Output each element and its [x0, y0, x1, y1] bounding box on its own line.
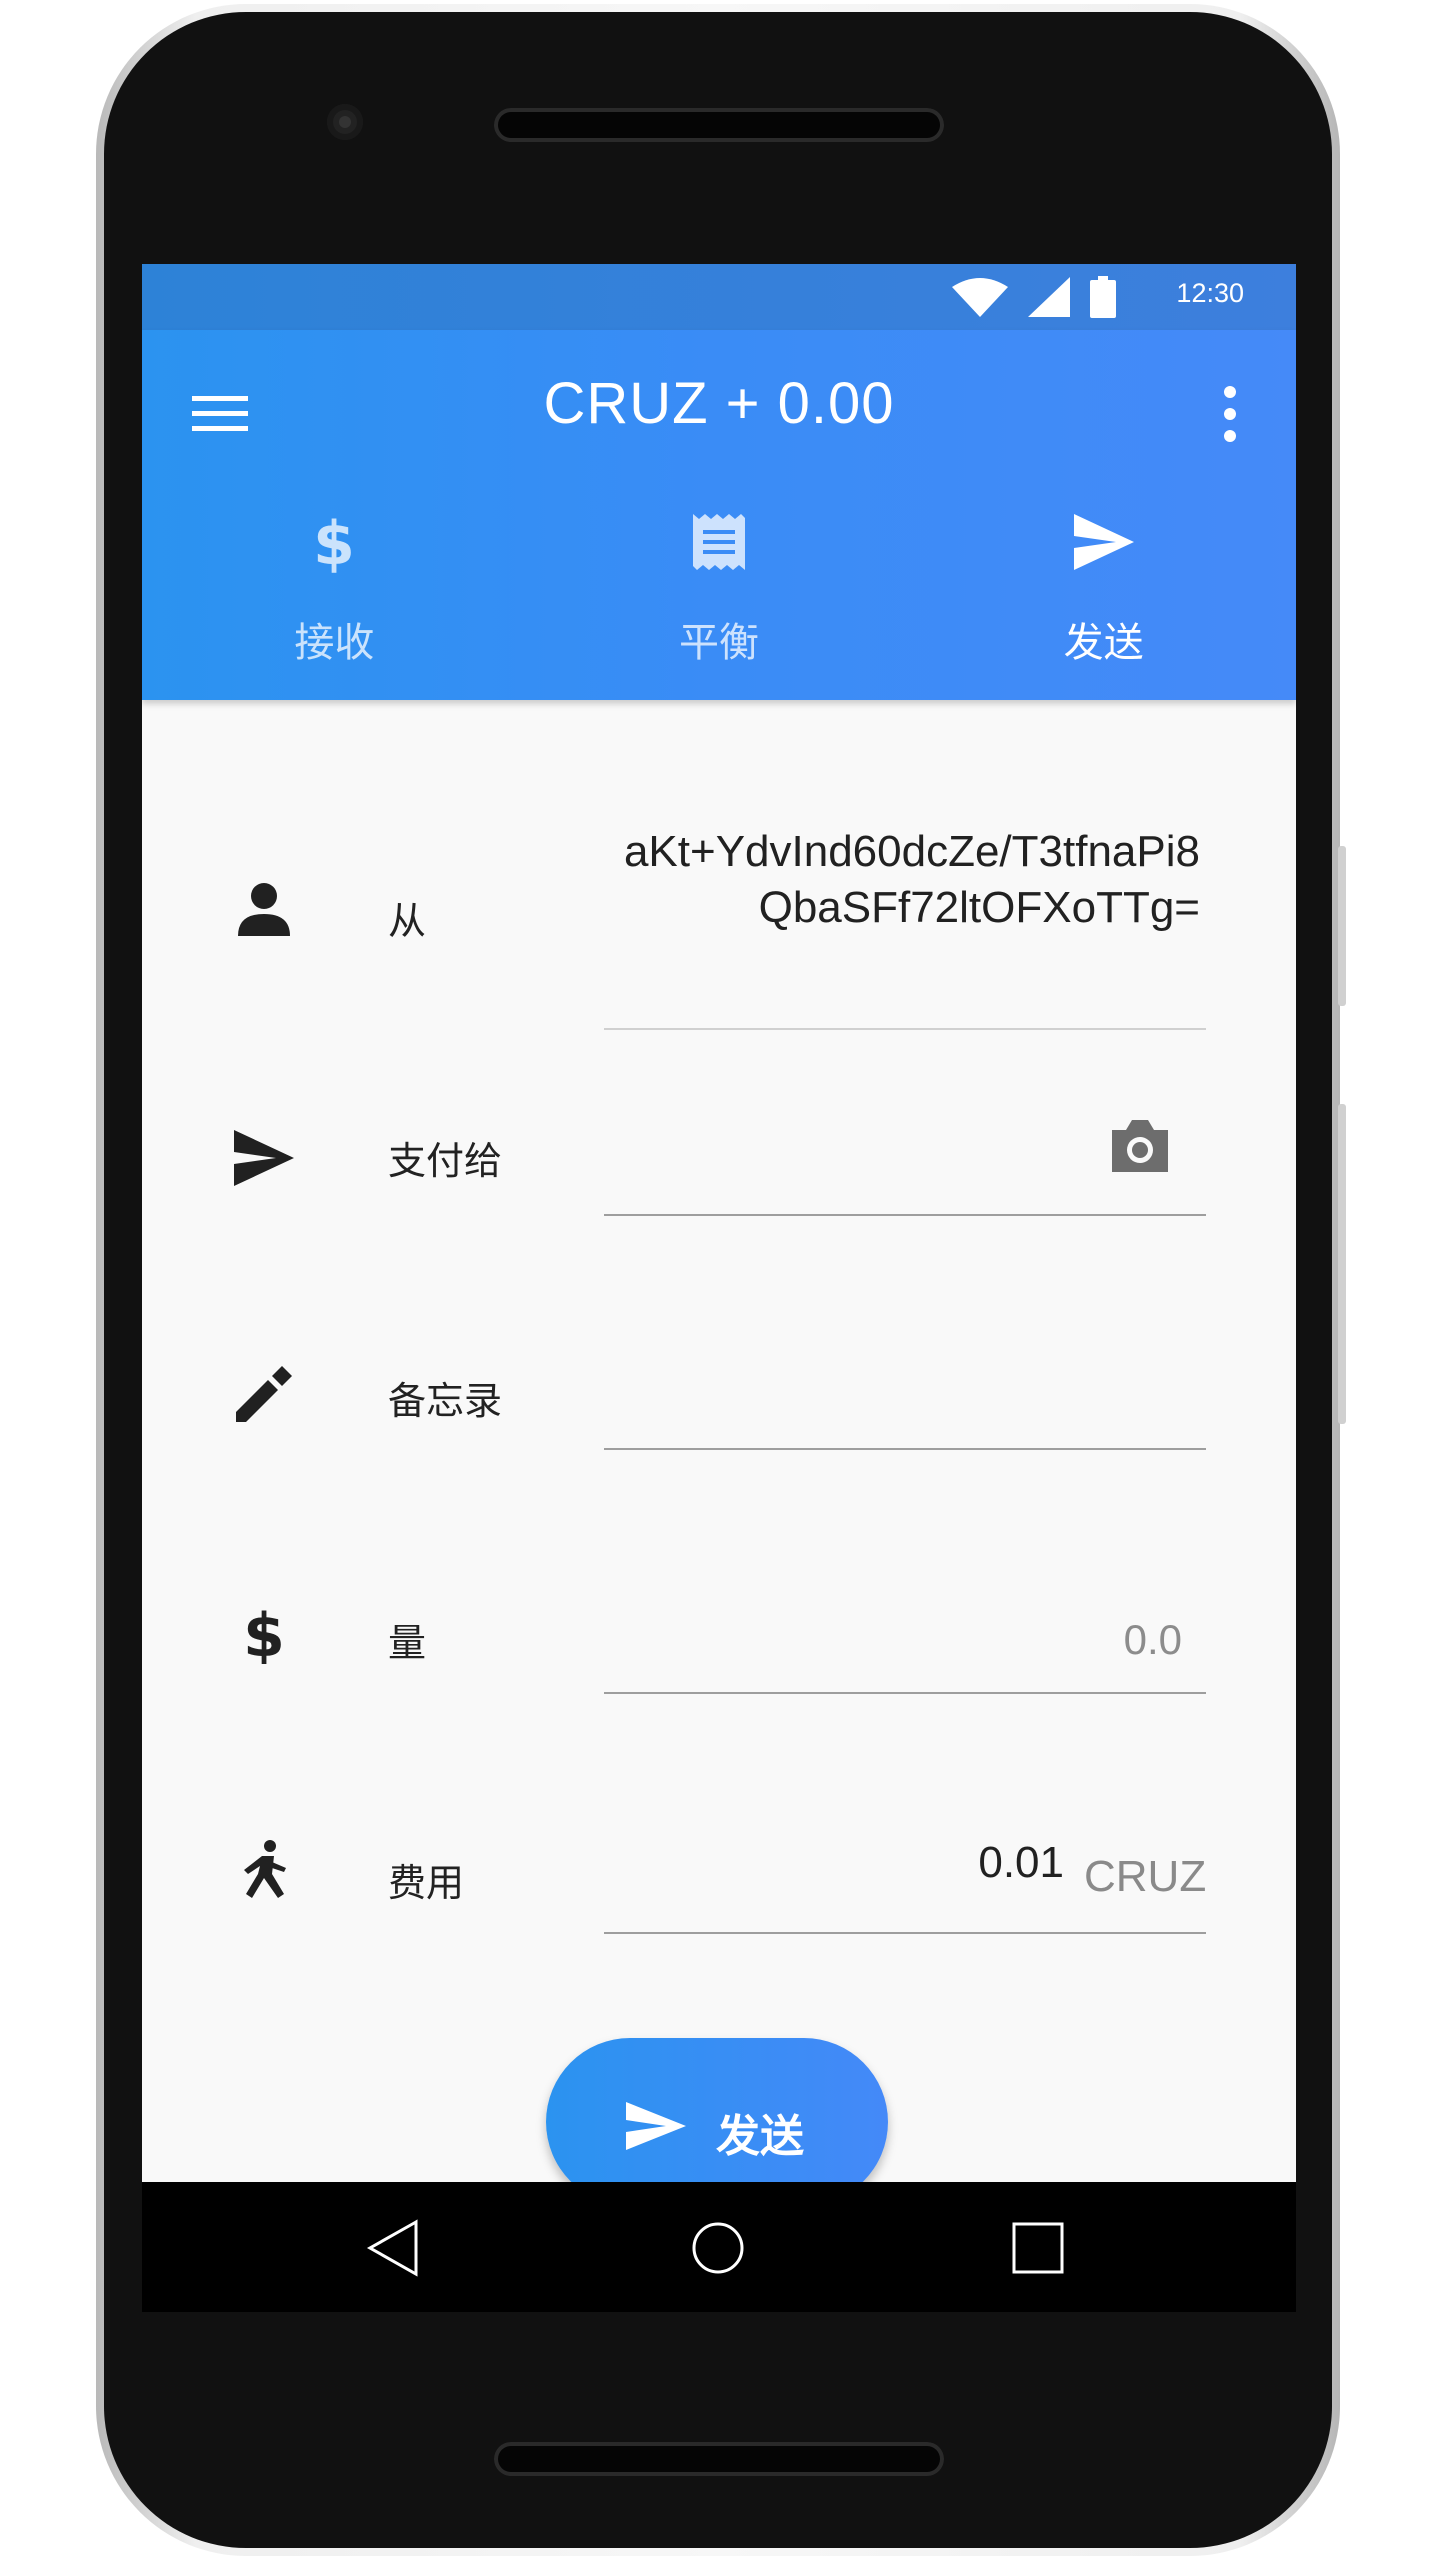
- memo-input[interactable]: [604, 1344, 1206, 1434]
- volume-button: [1338, 1104, 1346, 1424]
- more-vert-icon[interactable]: [1220, 384, 1240, 444]
- pencil-icon: [236, 1366, 292, 1422]
- amount-underline: [604, 1692, 1206, 1694]
- status-time: 12:30: [1176, 278, 1244, 308]
- tab-balance-label: 平衡: [679, 620, 759, 666]
- system-nav-bar: [142, 2182, 1296, 2312]
- fee-unit: CRUZ: [1084, 1852, 1207, 1901]
- send-button-label: 发送: [716, 2111, 804, 2162]
- home-icon[interactable]: [690, 2220, 746, 2276]
- fee-underline: [604, 1932, 1206, 1934]
- status-bar: 12:30: [142, 264, 1296, 330]
- back-icon[interactable]: [364, 2218, 424, 2278]
- earpiece-speaker: [494, 108, 944, 142]
- from-address: aKt+YdvInd60dcZe/T3tfnaPi8QbaSFf72ltOFXo…: [623, 827, 1200, 932]
- bottom-speaker: [494, 2442, 944, 2476]
- from-underline: [604, 1028, 1206, 1030]
- camera-icon[interactable]: [1108, 1118, 1172, 1174]
- app-bar: CRUZ + 0.00 $ 接收 平衡 发送: [142, 330, 1296, 700]
- tab-send-label: 发送: [1063, 620, 1144, 666]
- tab-send[interactable]: 发送: [911, 500, 1296, 700]
- dollar-icon: $: [243, 1601, 285, 1664]
- svg-text:$: $: [243, 1601, 285, 1664]
- svg-text:$: $: [313, 510, 355, 574]
- send-icon: [626, 2102, 686, 2150]
- power-button: [1338, 846, 1346, 1006]
- tab-receive[interactable]: $ 接收: [142, 500, 527, 700]
- recent-apps-icon[interactable]: [1010, 2220, 1066, 2276]
- signal-icon: [1028, 277, 1070, 317]
- amount-label: 量: [388, 1621, 427, 1665]
- receipt-icon: [693, 514, 745, 570]
- send-icon: [234, 1130, 294, 1186]
- person-icon: [238, 883, 290, 936]
- fee-input[interactable]: 0.01: [604, 1838, 1064, 1888]
- tab-receive-label: 接收: [294, 620, 375, 666]
- battery-icon: [1090, 276, 1116, 318]
- pay-to-underline: [604, 1214, 1206, 1216]
- from-label: 从: [388, 899, 427, 943]
- front-camera: [327, 104, 363, 140]
- memo-label: 备忘录: [388, 1379, 503, 1423]
- send-button[interactable]: 发送: [546, 2038, 888, 2206]
- status-icons: [952, 276, 1116, 318]
- send-icon: [1073, 514, 1134, 570]
- fee-label: 费用: [388, 1861, 465, 1905]
- runner-icon: [244, 1840, 286, 1898]
- tab-bar: $ 接收 平衡 发送: [142, 500, 1296, 700]
- dollar-icon: $: [313, 510, 355, 574]
- pay-to-input[interactable]: [604, 1104, 1084, 1184]
- tab-balance[interactable]: 平衡: [527, 500, 912, 700]
- screen: 12:30 CRUZ + 0.00 $ 接收 平衡 发送 从 aKt+YdvIn…: [142, 264, 1296, 2312]
- wifi-icon: [952, 278, 1008, 317]
- memo-underline: [604, 1448, 1206, 1450]
- pay-to-label: 支付给: [388, 1139, 503, 1183]
- app-title: CRUZ + 0.00: [543, 371, 895, 436]
- amount-input[interactable]: 0.0: [604, 1616, 1182, 1664]
